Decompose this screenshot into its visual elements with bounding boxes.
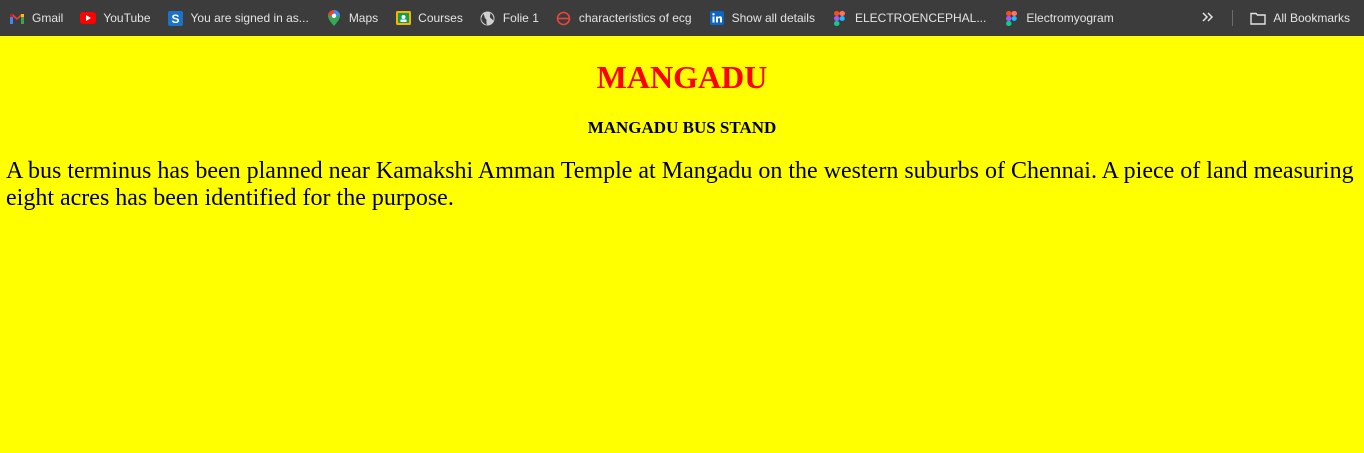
page-title: MANGADU [596, 59, 768, 95]
figma-icon [832, 10, 848, 26]
bookmark-electromyogram[interactable]: Electromyogram [994, 4, 1121, 32]
bookmark-maps[interactable]: Maps [317, 4, 386, 32]
bookmark-gmail[interactable]: Gmail [0, 4, 71, 32]
bookmark-label: YouTube [103, 11, 151, 25]
bookmark-linkedin[interactable]: Show all details [700, 4, 823, 32]
bookmark-ecg[interactable]: characteristics of ecg [547, 4, 700, 32]
bookmark-label: Courses [418, 11, 463, 25]
bookmark-youtube[interactable]: YouTube [71, 4, 158, 32]
courses-icon [395, 10, 411, 26]
figma-icon [1003, 10, 1019, 26]
gmail-icon [9, 10, 25, 26]
all-bookmarks-button[interactable]: All Bookmarks [1241, 4, 1364, 32]
page-paragraph: A bus terminus has been planned near Kam… [6, 158, 1354, 211]
page-content: MANGADU MANGADU BUS STAND A bus terminus… [0, 36, 1364, 453]
bookmark-label: Gmail [32, 11, 64, 25]
bookmarks-overflow-button[interactable] [1194, 4, 1222, 32]
maps-pin-icon [326, 10, 342, 26]
youtube-icon [80, 10, 97, 26]
s-logo-icon: S [168, 10, 184, 26]
double-chevron-icon [1202, 11, 1214, 25]
bookmark-label: Maps [348, 11, 379, 25]
bookmark-label: ELECTROENCEPHAL... [854, 11, 987, 25]
bookmarks-divider [1232, 10, 1234, 26]
all-bookmarks-label: All Bookmarks [1273, 11, 1350, 25]
bookmark-label: Electromyogram [1026, 11, 1114, 25]
bookmark-signed-in[interactable]: S You are signed in as... [159, 4, 317, 32]
no-entry-icon [556, 10, 572, 26]
bookmark-label: You are signed in as... [190, 11, 309, 25]
bookmark-label: Show all details [731, 11, 815, 25]
bookmark-folie[interactable]: Folie 1 [471, 4, 547, 32]
globe-icon [480, 10, 496, 26]
linkedin-icon [709, 10, 725, 26]
bookmarks-bar: Gmail YouTube S You are signed in as... [0, 0, 1364, 36]
bookmark-label: characteristics of ecg [578, 11, 692, 25]
svg-text:S: S [171, 12, 179, 26]
page-subtitle: MANGADU BUS STAND [587, 118, 777, 137]
bookmark-courses[interactable]: Courses [386, 4, 471, 32]
bookmark-electroencephal[interactable]: ELECTROENCEPHAL... [823, 4, 994, 32]
folder-icon [1250, 10, 1267, 26]
bookmark-label: Folie 1 [502, 11, 539, 25]
